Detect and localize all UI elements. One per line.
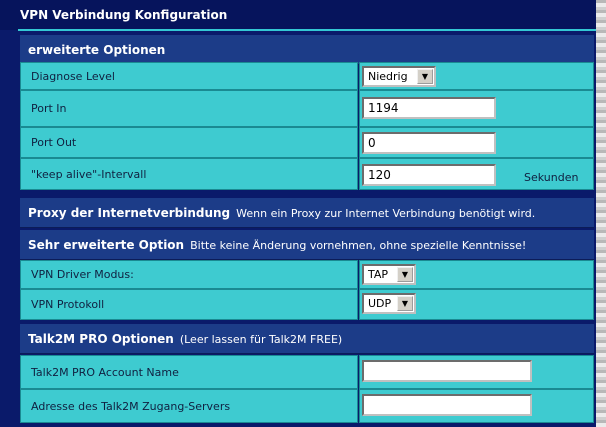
server-address-input[interactable] (362, 394, 532, 416)
row-keepalive: "keep alive"-Intervall 120 Sekunden (20, 158, 594, 190)
driver-modus-value: TAP (368, 268, 389, 281)
protokoll-value: UDP (368, 297, 392, 310)
row-account-name: Talk2M PRO Account Name (20, 355, 594, 389)
section-title: Talk2M PRO Optionen (28, 332, 174, 346)
window-title: VPN Verbindung Konfiguration (0, 0, 596, 30)
row-server-address: Adresse des Talk2M Zugang-Servers (20, 389, 594, 423)
port-in-cell: 1194 (359, 90, 594, 127)
chevron-down-icon[interactable]: ▼ (397, 296, 413, 311)
driver-modus-label: VPN Driver Modus: (20, 260, 358, 289)
section-note: Bitte keine Änderung vornehmen, ohne spe… (190, 239, 527, 252)
section-note: (Leer lassen für Talk2M FREE) (179, 333, 343, 346)
vpn-config-panel: VPN Verbindung Konfiguration erweiterte … (0, 0, 596, 427)
account-name-input[interactable] (362, 360, 532, 382)
protokoll-label: VPN Protokoll (20, 289, 358, 320)
port-in-label: Port In (20, 90, 358, 127)
torn-edge (596, 0, 606, 427)
protokoll-cell: UDP ▼ (359, 289, 594, 320)
row-protokoll: VPN Protokoll UDP ▼ (20, 289, 594, 320)
keepalive-cell: 120 Sekunden (359, 158, 594, 190)
driver-modus-cell: TAP ▼ (359, 260, 594, 289)
section-talk2m: Talk2M PRO Optionen (Leer lassen für Talk… (20, 324, 594, 354)
diagnose-level-cell: Niedrig ▼ (359, 62, 594, 90)
port-out-input[interactable]: 0 (362, 132, 496, 154)
chevron-down-icon[interactable]: ▼ (397, 267, 413, 282)
section-erweiterte-optionen: erweiterte Optionen (20, 35, 594, 65)
chevron-down-icon[interactable]: ▼ (417, 69, 433, 84)
protokoll-select[interactable]: UDP ▼ (362, 293, 416, 314)
row-diagnose-level: Diagnose Level Niedrig ▼ (20, 62, 594, 90)
row-port-in: Port In 1194 (20, 90, 594, 127)
keepalive-label: "keep alive"-Intervall (20, 158, 358, 190)
server-address-label: Adresse des Talk2M Zugang-Servers (20, 389, 358, 423)
row-driver-modus: VPN Driver Modus: TAP ▼ (20, 260, 594, 289)
keepalive-unit: Sekunden (524, 170, 579, 184)
server-address-cell (359, 389, 594, 423)
port-out-label: Port Out (20, 127, 358, 158)
section-sehr-erweitert: Sehr erweiterte Option Bitte keine Änderu… (20, 230, 594, 260)
account-name-label: Talk2M PRO Account Name (20, 355, 358, 389)
title-divider (18, 29, 596, 31)
diagnose-level-value: Niedrig (368, 70, 408, 83)
driver-modus-select[interactable]: TAP ▼ (362, 264, 416, 285)
port-out-cell: 0 (359, 127, 594, 158)
section-title: erweiterte Optionen (28, 43, 166, 57)
diagnose-level-select[interactable]: Niedrig ▼ (362, 66, 436, 87)
row-port-out: Port Out 0 (20, 127, 594, 158)
account-name-cell (359, 355, 594, 389)
port-in-input[interactable]: 1194 (362, 97, 496, 119)
section-proxy: Proxy der Internetverbindung Wenn ein Pro… (20, 198, 594, 228)
section-title: Proxy der Internetverbindung (28, 206, 231, 220)
section-note: Wenn ein Proxy zur Internet Verbindung b… (236, 207, 536, 220)
section-title: Sehr erweiterte Option (28, 238, 185, 252)
diagnose-level-label: Diagnose Level (20, 62, 358, 90)
keepalive-input[interactable]: 120 (362, 164, 496, 186)
